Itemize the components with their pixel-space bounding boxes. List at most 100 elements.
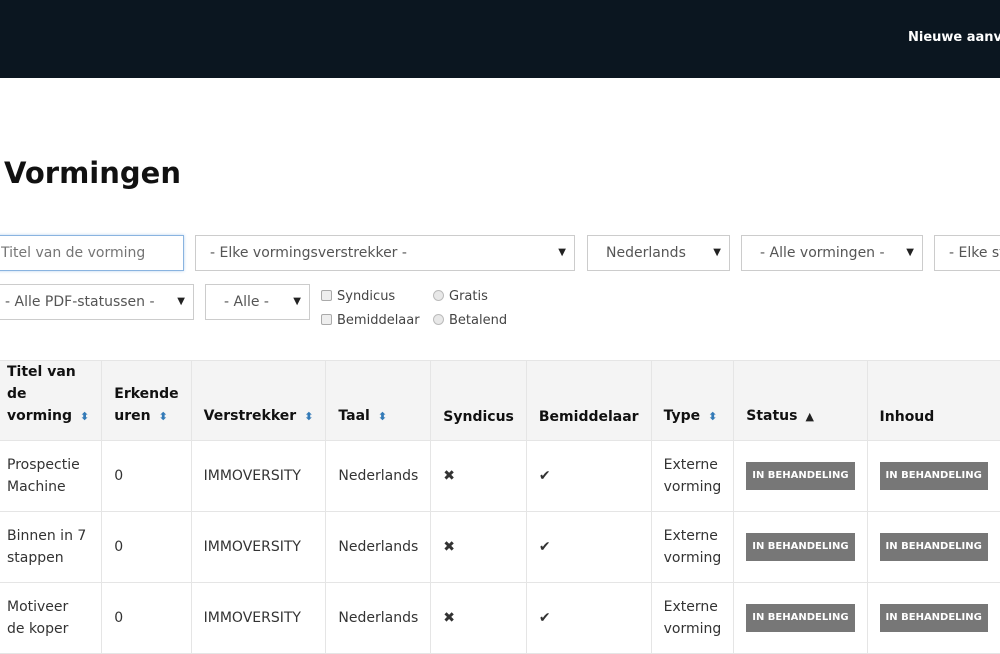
nav-new-request[interactable]: Nieuwe aanvraag	[908, 30, 1000, 45]
header-content[interactable]: Inhoud	[866, 360, 1000, 441]
cell-syndicus: ✖	[430, 511, 527, 583]
sort-icon: ⬍	[158, 410, 168, 423]
cell-bemiddelaar: ✔	[525, 582, 652, 654]
header-title[interactable]: Titel van de vorming ⬍	[0, 360, 103, 441]
header-label: Titel van de vorming	[7, 364, 76, 424]
all-select-value: - Alle -	[224, 294, 269, 310]
pdf-status-select[interactable]: - Alle PDF-statussen - ▼	[0, 284, 194, 320]
header-language[interactable]: Taal ⬍	[325, 360, 432, 441]
cross-icon: ✖	[443, 610, 456, 626]
cell-title: Binnen in 7 stappen	[0, 511, 103, 583]
status-badge: IN BEHANDELING	[746, 604, 855, 632]
cell-bemiddelaar: ✔	[525, 440, 652, 512]
bemiddelaar-label: Bemiddelaar	[337, 313, 420, 328]
cell-content: IN BEHANDELING	[866, 511, 1000, 583]
checkbox-icon	[321, 314, 332, 325]
cell-title-text: Prospectie Machine	[7, 457, 80, 495]
status-badge: IN BEHANDELING	[879, 604, 988, 632]
radio-icon	[433, 314, 444, 325]
dropdown-arrow-icon: ▼	[906, 247, 914, 258]
language-select[interactable]: Nederlands ▼	[587, 235, 730, 271]
cell-title-text: Binnen in 7 stappen	[7, 528, 87, 566]
header-label: Taal	[338, 408, 370, 424]
cell-type-text: Externe vorming	[663, 528, 722, 566]
cell-hours-text: 0	[114, 539, 124, 555]
cell-type-text: Externe vorming	[663, 457, 722, 495]
page-title: Vormingen	[4, 156, 181, 190]
trainings-table: Titel van de vorming ⬍ Erkende uren ⬍ Vers…	[0, 360, 1000, 654]
status-badge: IN BEHANDELING	[879, 533, 988, 561]
cell-type: Externe vorming	[650, 440, 735, 512]
cell-syndicus: ✖	[430, 440, 527, 512]
header-status[interactable]: Status ▲	[733, 360, 868, 441]
cell-content: IN BEHANDELING	[866, 582, 1000, 654]
header-label: Erkende uren	[114, 386, 179, 424]
sort-asc-icon: ▲	[805, 410, 814, 423]
status-badge: IN BEHANDELING	[879, 462, 988, 490]
table-row[interactable]: Prospectie Machine 0 IMMOVERSITY Nederlands…	[0, 440, 1000, 512]
dropdown-arrow-icon: ▼	[293, 296, 301, 307]
dropdown-arrow-icon: ▼	[558, 247, 566, 258]
trainings-select[interactable]: - Alle vormingen - ▼	[741, 235, 923, 271]
gratis-radio[interactable]: Gratis	[433, 289, 488, 304]
cell-hours: 0	[101, 511, 192, 583]
all-select[interactable]: - Alle - ▼	[205, 284, 310, 320]
header-bemiddelaar: Bemiddelaar	[525, 360, 652, 441]
table-row[interactable]: Motiveer de koper 0 IMMOVERSITY Nederlands ✖…	[0, 582, 1000, 654]
cell-title: Motiveer de koper	[0, 582, 103, 654]
header-label: Type	[663, 408, 701, 424]
provider-select[interactable]: - Elke vormingsverstrekker - ▼	[195, 235, 575, 271]
top-navbar: Nieuwe aanvraag	[0, 0, 1000, 78]
cell-provider: IMMOVERSITY	[190, 582, 327, 654]
header-provider[interactable]: Verstrekker ⬍	[190, 360, 327, 441]
cell-type: Externe vorming	[650, 511, 735, 583]
header-type[interactable]: Type ⬍	[650, 360, 735, 441]
sort-icon: ⬍	[708, 410, 718, 423]
syndicus-checkbox[interactable]: Syndicus	[321, 289, 395, 304]
table-row[interactable]: Binnen in 7 stappen 0 IMMOVERSITY Nederland…	[0, 511, 1000, 583]
cell-language-text: Nederlands	[338, 610, 419, 626]
cell-content: IN BEHANDELING	[866, 440, 1000, 512]
header-hours[interactable]: Erkende uren ⬍	[101, 360, 192, 441]
cell-bemiddelaar: ✔	[525, 511, 652, 583]
cell-language-text: Nederlands	[338, 539, 419, 555]
cell-title: Prospectie Machine	[0, 440, 103, 512]
cross-icon: ✖	[443, 539, 456, 555]
pdf-status-select-value: - Alle PDF-statussen -	[5, 294, 155, 310]
header-label: Bemiddelaar	[538, 409, 639, 425]
cell-language: Nederlands	[325, 440, 432, 512]
status-select[interactable]: - Elke status -	[934, 235, 1000, 271]
cell-provider-text: IMMOVERSITY	[203, 539, 301, 555]
betalend-label: Betalend	[449, 313, 508, 328]
check-icon: ✔	[538, 468, 551, 484]
syndicus-label: Syndicus	[337, 289, 396, 304]
betalend-radio[interactable]: Betalend	[433, 313, 507, 328]
cell-language-text: Nederlands	[338, 468, 419, 484]
checkbox-icon	[321, 290, 332, 301]
cell-status: IN BEHANDELING	[733, 511, 868, 583]
sort-icon: ⬍	[304, 410, 314, 423]
cell-hours-text: 0	[114, 468, 124, 484]
cross-icon: ✖	[443, 468, 456, 484]
header-label: Status	[746, 408, 798, 424]
cell-provider-text: IMMOVERSITY	[203, 610, 301, 626]
header-label: Inhoud	[879, 409, 935, 425]
header-syndicus: Syndicus	[430, 360, 527, 441]
bemiddelaar-checkbox[interactable]: Bemiddelaar	[321, 313, 420, 328]
header-label: Verstrekker	[203, 408, 297, 424]
check-icon: ✔	[538, 539, 551, 555]
dropdown-arrow-icon: ▼	[177, 296, 185, 307]
dropdown-arrow-icon: ▼	[713, 247, 721, 258]
cell-hours: 0	[101, 440, 192, 512]
sort-icon: ⬍	[377, 410, 388, 423]
cell-language: Nederlands	[325, 511, 432, 583]
cell-hours: 0	[101, 582, 192, 654]
check-icon: ✔	[538, 610, 551, 626]
provider-select-value: - Elke vormingsverstrekker -	[210, 245, 407, 261]
cell-language: Nederlands	[325, 582, 432, 654]
trainings-select-value: - Alle vormingen -	[760, 245, 885, 261]
title-search-input[interactable]	[0, 235, 184, 271]
status-badge: IN BEHANDELING	[746, 462, 855, 490]
sort-icon: ⬍	[80, 410, 90, 423]
cell-provider-text: IMMOVERSITY	[203, 468, 301, 484]
